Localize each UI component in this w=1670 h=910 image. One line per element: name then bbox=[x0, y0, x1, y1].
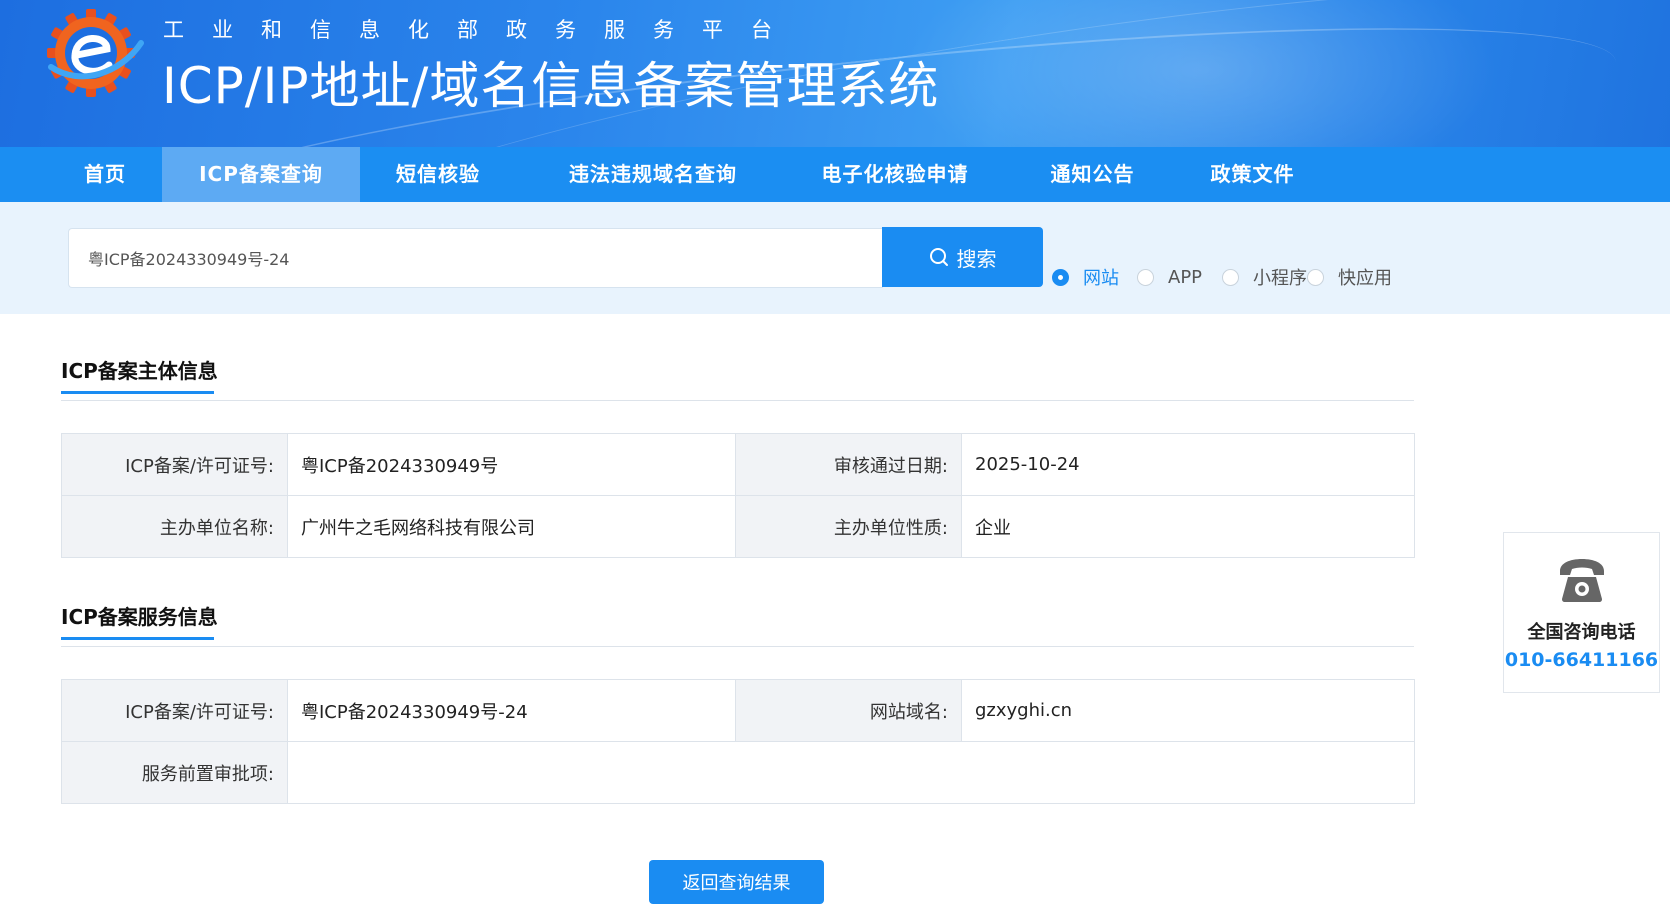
field-label: 审核通过日期: bbox=[735, 433, 962, 496]
pre-approval-value bbox=[287, 741, 1415, 804]
radio-website[interactable]: 网站 bbox=[1052, 264, 1119, 290]
site-title: ICP/IP地址/域名信息备案管理系统 bbox=[162, 57, 940, 115]
site-subtitle: 工业和信息化部政务服务平台 bbox=[163, 18, 800, 42]
table-row: 服务前置审批项: bbox=[61, 741, 1415, 804]
table-row: ICP备案/许可证号: 粤ICP备2024330949号-24 网站域名: gz… bbox=[61, 679, 1415, 742]
section-divider bbox=[61, 400, 1414, 401]
gear-e-logo-icon bbox=[47, 9, 144, 97]
search-button[interactable]: 搜索 bbox=[882, 227, 1043, 287]
title-underline bbox=[61, 391, 214, 394]
service-license-value: 粤ICP备2024330949号-24 bbox=[287, 679, 736, 742]
service-info-title: ICP备案服务信息 bbox=[61, 601, 218, 640]
field-label: ICP备案/许可证号: bbox=[61, 433, 288, 496]
consult-phone-number[interactable]: 010-66411166 bbox=[1504, 649, 1659, 671]
nav-item-electronic-verify[interactable]: 电子化核验申请 bbox=[790, 147, 1000, 202]
table-row: ICP备案/许可证号: 粤ICP备2024330949号 审核通过日期: 202… bbox=[61, 433, 1415, 496]
radio-label: 网站 bbox=[1083, 268, 1119, 289]
section-divider bbox=[61, 646, 1414, 647]
field-label: ICP备案/许可证号: bbox=[61, 679, 288, 742]
service-info-table: ICP备案/许可证号: 粤ICP备2024330949号-24 网站域名: gz… bbox=[61, 679, 1415, 804]
nav-item-policy-docs[interactable]: 政策文件 bbox=[1190, 147, 1315, 202]
nav-item-icp-query[interactable]: ICP备案查询 bbox=[162, 147, 360, 202]
main-nav: 首页 ICP备案查询 短信核验 违法违规域名查询 电子化核验申请 通知公告 政策… bbox=[0, 147, 1670, 202]
radio-dot bbox=[1307, 268, 1324, 286]
radio-label: 快应用 bbox=[1338, 268, 1392, 289]
subject-info-title: ICP备案主体信息 bbox=[61, 355, 218, 394]
field-label: 网站域名: bbox=[735, 679, 962, 742]
field-label: 主办单位性质: bbox=[735, 495, 962, 558]
nav-item-notices[interactable]: 通知公告 bbox=[1030, 147, 1155, 202]
icp-license-value: 粤ICP备2024330949号 bbox=[287, 433, 736, 496]
search-button-label: 搜索 bbox=[956, 246, 997, 271]
search-icon bbox=[929, 248, 948, 266]
header-banner: 工业和信息化部政务服务平台 ICP/IP地址/域名信息备案管理系统 bbox=[0, 0, 1670, 147]
search-input[interactable] bbox=[68, 228, 883, 288]
radio-mini-program[interactable]: 小程序 bbox=[1222, 264, 1307, 290]
radio-quick-app[interactable]: 快应用 bbox=[1307, 264, 1392, 290]
radio-dot bbox=[1222, 268, 1239, 286]
nav-item-home[interactable]: 首页 bbox=[50, 147, 160, 202]
radio-label: 小程序 bbox=[1253, 268, 1307, 289]
nav-item-illegal-domain[interactable]: 违法违规域名查询 bbox=[548, 147, 758, 202]
approval-date-value: 2025-10-24 bbox=[961, 433, 1415, 496]
table-row: 主办单位名称: 广州牛之毛网络科技有限公司 主办单位性质: 企业 bbox=[61, 495, 1415, 558]
radio-label: APP bbox=[1168, 266, 1203, 288]
field-label: 服务前置审批项: bbox=[61, 741, 288, 804]
radio-dot bbox=[1137, 268, 1154, 286]
back-to-results-button[interactable]: 返回查询结果 bbox=[649, 860, 824, 904]
subject-info-table: ICP备案/许可证号: 粤ICP备2024330949号 审核通过日期: 202… bbox=[61, 433, 1415, 558]
consult-hotline-widget[interactable]: 全国咨询电话 010-66411166 bbox=[1503, 532, 1660, 693]
title-underline bbox=[61, 637, 214, 640]
consult-label: 全国咨询电话 bbox=[1527, 622, 1636, 643]
website-domain-value: gzxyghi.cn bbox=[961, 679, 1415, 742]
organizer-type-value: 企业 bbox=[961, 495, 1415, 558]
organizer-name-value: 广州牛之毛网络科技有限公司 bbox=[287, 495, 736, 558]
telephone-icon bbox=[1560, 559, 1604, 602]
radio-dot bbox=[1052, 268, 1069, 286]
field-label: 主办单位名称: bbox=[61, 495, 288, 558]
radio-app[interactable]: APP bbox=[1137, 264, 1202, 290]
nav-item-sms-verify[interactable]: 短信核验 bbox=[378, 147, 498, 202]
